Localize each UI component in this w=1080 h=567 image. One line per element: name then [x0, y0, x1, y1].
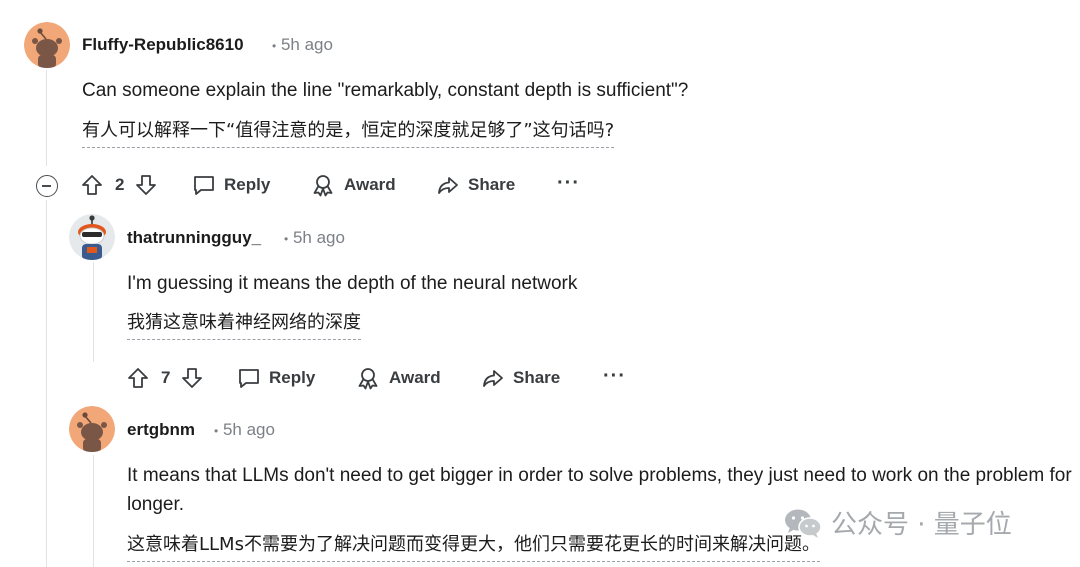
speech-bubble-icon: [239, 369, 259, 388]
arrow-up-icon[interactable]: [80, 173, 104, 197]
reply-button[interactable]: Reply: [192, 173, 270, 197]
vote-group: 2: [80, 173, 158, 197]
meta-separator: •: [214, 424, 219, 438]
thread-line-reply-1: [93, 262, 94, 362]
comment-author[interactable]: ertgbnm: [127, 420, 195, 440]
speech-bubble-icon: [194, 176, 214, 195]
thread-line-root: [46, 70, 47, 166]
snoo-avatar-icon: [69, 406, 115, 452]
meta-separator: •: [284, 232, 289, 246]
more-options-button[interactable]: ···: [557, 172, 580, 195]
comment-text-zh: 这意味着LLMs不需要为了解决问题而变得更大，他们只需要花更长的时间来解决问题。: [127, 532, 820, 562]
arrow-down-icon[interactable]: [180, 366, 204, 390]
award-button[interactable]: Award: [356, 366, 441, 390]
comment-timestamp: • 5h ago: [272, 35, 333, 55]
watermark-text: 公众号 · 量子位: [831, 510, 1012, 540]
comment-author[interactable]: Fluffy-Republic8610: [82, 35, 244, 55]
share-label: Share: [468, 175, 516, 194]
avatar[interactable]: [69, 406, 115, 452]
award-ribbon-icon: [358, 368, 378, 390]
meta-separator: •: [272, 39, 277, 53]
share-button[interactable]: Share: [481, 366, 560, 390]
share-button[interactable]: Share: [436, 173, 515, 197]
reply-button[interactable]: Reply: [237, 366, 315, 390]
reply-label: Reply: [269, 368, 316, 387]
wechat-icon: [785, 509, 822, 538]
avatar[interactable]: [69, 214, 115, 260]
snoo-avatar-icon: [24, 22, 70, 68]
comment-author[interactable]: thatrunningguy_: [127, 228, 261, 248]
avatar[interactable]: [24, 22, 70, 68]
award-label: Award: [344, 175, 396, 194]
timestamp-text: 5h ago: [292, 228, 345, 247]
share-arrow-icon: [438, 177, 458, 194]
comment-text-en: I'm guessing it means the depth of the n…: [127, 273, 578, 294]
vote-count: 2: [115, 175, 125, 194]
comment-text-zh: 有人可以解释一下“值得注意的是，恒定的深度就足够了”这句话吗?: [82, 118, 615, 148]
thread-line-reply-2: [93, 455, 94, 567]
reply-label: Reply: [224, 175, 271, 194]
watermark: 公众号 · 量子位: [783, 504, 1012, 541]
timestamp-text: 5h ago: [222, 420, 275, 439]
award-ribbon-icon: [313, 175, 333, 197]
vote-group: 7: [126, 366, 204, 390]
award-label: Award: [389, 368, 441, 387]
arrow-up-icon[interactable]: [126, 366, 150, 390]
comment-timestamp: • 5h ago: [214, 420, 275, 440]
thread-line-root-lower: [46, 200, 47, 567]
vote-count: 7: [161, 368, 171, 387]
arrow-down-icon[interactable]: [134, 173, 158, 197]
share-arrow-icon: [483, 370, 503, 387]
comment-text-en: Can someone explain the line "remarkably…: [82, 80, 689, 101]
snoo-avatar-icon: [69, 214, 115, 260]
more-options-button[interactable]: ···: [603, 365, 626, 388]
award-button[interactable]: Award: [311, 173, 396, 197]
share-label: Share: [513, 368, 561, 387]
comment-timestamp: • 5h ago: [284, 228, 345, 248]
collapse-button[interactable]: [36, 175, 58, 197]
comment-text-zh: 我猜这意味着神经网络的深度: [127, 310, 361, 340]
timestamp-text: 5h ago: [280, 35, 333, 54]
